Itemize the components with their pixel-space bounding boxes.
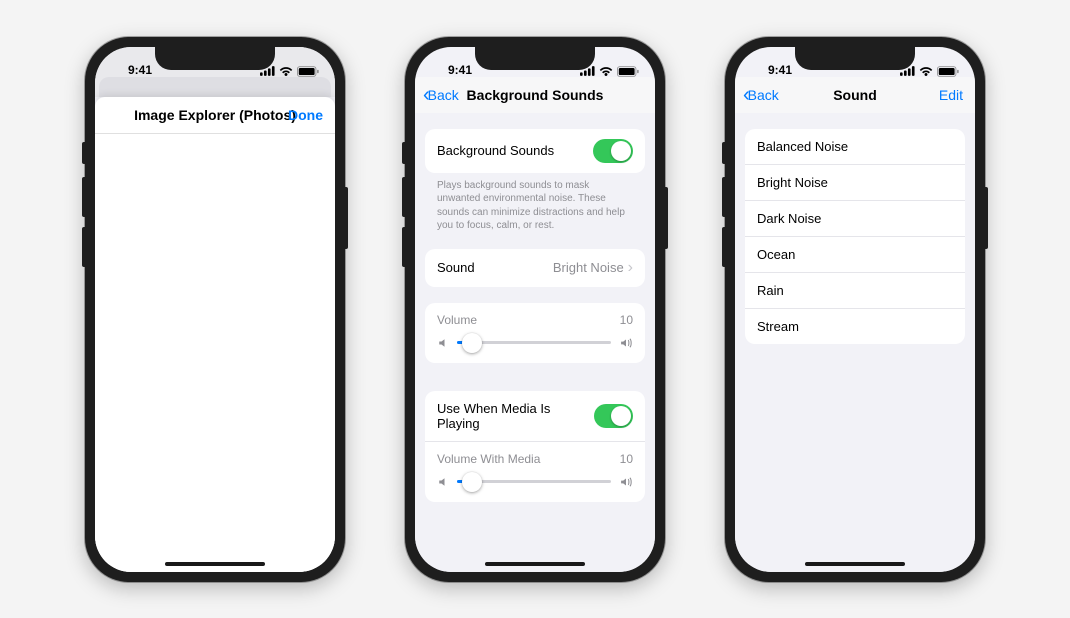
battery-icon <box>297 66 319 77</box>
page-title: Background Sounds <box>467 87 604 103</box>
option-label: Ocean <box>757 247 795 262</box>
volume-value: 10 <box>620 313 633 327</box>
volume-high-icon <box>619 476 633 488</box>
row-label: Use When Media Is Playing <box>437 401 594 431</box>
phone-1-frame: 9:41 Image Explorer (Photos) Done <box>85 37 345 582</box>
back-button[interactable]: ‹ Back <box>743 77 779 113</box>
chevron-right-icon: › <box>628 259 633 277</box>
done-button[interactable]: Done <box>288 97 323 133</box>
row-volume: Volume 10 <box>425 303 645 363</box>
group-media: Use When Media Is Playing Volume With Me… <box>425 391 645 502</box>
row-value: Bright Noise › <box>553 259 633 277</box>
group-sound-options: Balanced Noise Bright Noise Dark Noise O… <box>745 129 965 344</box>
home-indicator[interactable] <box>805 562 905 566</box>
phone-1-screen: 9:41 Image Explorer (Photos) Done <box>95 47 335 572</box>
back-button[interactable]: ‹ Back <box>423 77 459 113</box>
row-option-rain[interactable]: Rain <box>745 272 965 308</box>
group-description: Plays background sounds to mask unwanted… <box>415 173 655 233</box>
option-label: Rain <box>757 283 784 298</box>
background-sheet-hint <box>99 77 331 97</box>
modal-sheet: Image Explorer (Photos) Done <box>95 97 335 572</box>
volume-media-slider[interactable] <box>457 480 611 483</box>
toggle-use-when-media[interactable] <box>594 404 633 428</box>
page-title: Sound <box>833 87 877 103</box>
home-indicator[interactable] <box>485 562 585 566</box>
status-time: 9:41 <box>435 63 485 77</box>
option-label: Balanced Noise <box>757 139 848 154</box>
notch <box>475 47 595 70</box>
back-label: Back <box>748 87 779 103</box>
volume-media-value: 10 <box>620 452 633 466</box>
battery-icon <box>617 66 639 77</box>
slider-thumb[interactable] <box>462 333 482 353</box>
content: Balanced Noise Bright Noise Dark Noise O… <box>735 113 975 572</box>
group-sound-select: Sound Bright Noise › <box>425 249 645 287</box>
row-option-stream[interactable]: Stream <box>745 308 965 344</box>
option-label: Dark Noise <box>757 211 821 226</box>
phone-2-screen: 9:41 ‹ Back Background Sounds Background… <box>415 47 655 572</box>
option-label: Stream <box>757 319 799 334</box>
row-option-dark-noise[interactable]: Dark Noise <box>745 200 965 236</box>
volume-low-icon <box>437 476 449 488</box>
edit-button[interactable]: Edit <box>939 77 963 113</box>
notch <box>795 47 915 70</box>
status-icons <box>580 66 639 77</box>
phone-3-frame: 9:41 ‹ Back Sound Edit Balanced Noise <box>725 37 985 582</box>
battery-icon <box>937 66 959 77</box>
row-label: Sound <box>437 260 475 275</box>
row-background-sounds-toggle[interactable]: Background Sounds <box>425 129 645 173</box>
row-option-bright-noise[interactable]: Bright Noise <box>745 164 965 200</box>
status-time: 9:41 <box>115 63 165 77</box>
stage: 9:41 Image Explorer (Photos) Done <box>0 0 1070 618</box>
volume-media-label: Volume With Media <box>437 452 540 466</box>
row-volume-with-media: Volume With Media 10 <box>425 441 645 502</box>
navbar: ‹ Back Sound Edit <box>735 77 975 113</box>
toggle-background-sounds[interactable] <box>593 139 633 163</box>
phone-2-frame: 9:41 ‹ Back Background Sounds Background… <box>405 37 665 582</box>
wifi-icon <box>279 66 293 76</box>
slider-thumb[interactable] <box>462 472 482 492</box>
status-icons <box>260 66 319 77</box>
row-option-balanced-noise[interactable]: Balanced Noise <box>745 129 965 164</box>
volume-high-icon <box>619 337 633 349</box>
sound-value-text: Bright Noise <box>553 260 624 275</box>
content: Background Sounds Plays background sound… <box>415 113 655 572</box>
group-volume: Volume 10 <box>425 303 645 363</box>
row-use-when-media[interactable]: Use When Media Is Playing <box>425 391 645 441</box>
status-time: 9:41 <box>755 63 805 77</box>
row-sound[interactable]: Sound Bright Noise › <box>425 249 645 287</box>
page-title: Image Explorer (Photos) <box>134 107 296 123</box>
volume-slider[interactable] <box>457 341 611 344</box>
home-indicator[interactable] <box>165 562 265 566</box>
volume-label: Volume <box>437 313 477 327</box>
volume-low-icon <box>437 337 449 349</box>
navbar: Image Explorer (Photos) Done <box>95 97 335 134</box>
status-icons <box>900 66 959 77</box>
back-label: Back <box>428 87 459 103</box>
notch <box>155 47 275 70</box>
row-label: Background Sounds <box>437 143 554 158</box>
phone-3-screen: 9:41 ‹ Back Sound Edit Balanced Noise <box>735 47 975 572</box>
wifi-icon <box>599 66 613 76</box>
navbar: ‹ Back Background Sounds <box>415 77 655 113</box>
group-main-toggle: Background Sounds <box>425 129 645 173</box>
wifi-icon <box>919 66 933 76</box>
row-option-ocean[interactable]: Ocean <box>745 236 965 272</box>
option-label: Bright Noise <box>757 175 828 190</box>
